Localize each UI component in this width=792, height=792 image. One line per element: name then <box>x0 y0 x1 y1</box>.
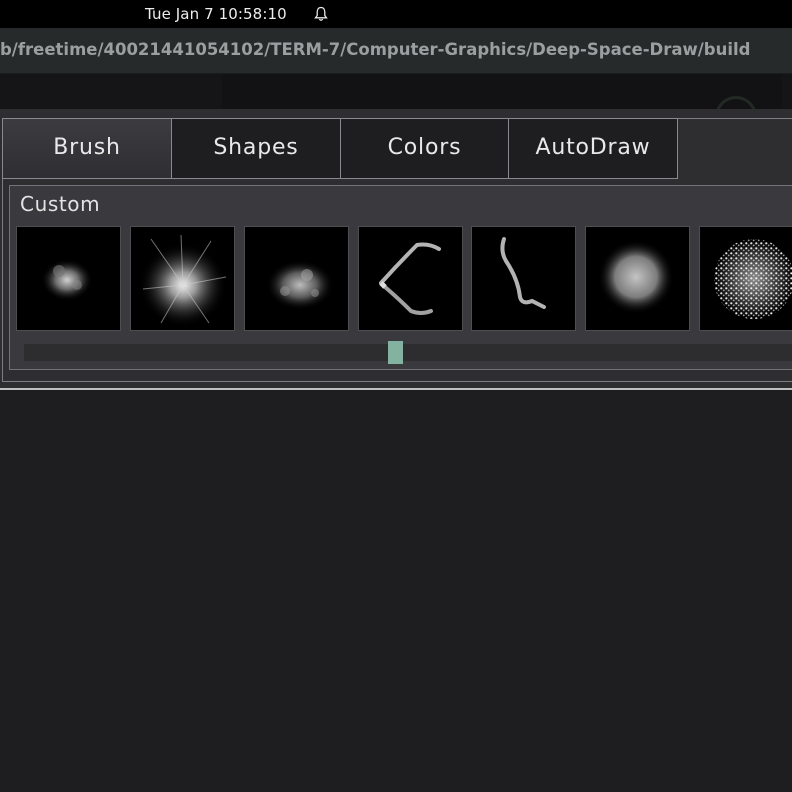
brush-thumb-stroke-angle[interactable] <box>358 226 463 331</box>
brush-thumb-soft-round[interactable] <box>585 226 690 331</box>
brush-thumb-cloud-scatter[interactable] <box>244 226 349 331</box>
brush-thumb-stroke-curve[interactable] <box>471 226 576 331</box>
custom-brush-group: Custom <box>9 185 792 370</box>
group-title: Custom <box>20 192 101 216</box>
window-title-path: b/freetime/40021441054102/TERM-7/Compute… <box>0 40 751 59</box>
brush-thumb-noise-round[interactable] <box>699 226 792 331</box>
brush-thumbnail-list <box>16 226 792 331</box>
system-clock[interactable]: Tue Jan 7 10:58:10 <box>145 5 287 23</box>
brush-scrollbar-handle[interactable] <box>388 341 403 364</box>
system-top-bar: Tue Jan 7 10:58:10 <box>0 0 792 28</box>
tab-colors[interactable]: Colors <box>340 118 509 179</box>
brush-thumb-cloud-small[interactable] <box>16 226 121 331</box>
brush-scrollbar-track[interactable] <box>24 344 792 361</box>
tab-autodraw[interactable]: AutoDraw <box>508 118 678 179</box>
brush-thumb-burst[interactable] <box>130 226 235 331</box>
terminal-title-bar[interactable]: b/freetime/40021441054102/TERM-7/Compute… <box>0 28 792 74</box>
tab-shapes[interactable]: Shapes <box>171 118 341 179</box>
header-shade <box>222 74 782 110</box>
app-header-strip <box>0 74 792 138</box>
tools-panel: Brush Shapes Colors AutoDraw Custom <box>0 109 792 390</box>
bell-icon[interactable] <box>314 6 328 26</box>
tab-brush[interactable]: Brush <box>2 118 172 179</box>
